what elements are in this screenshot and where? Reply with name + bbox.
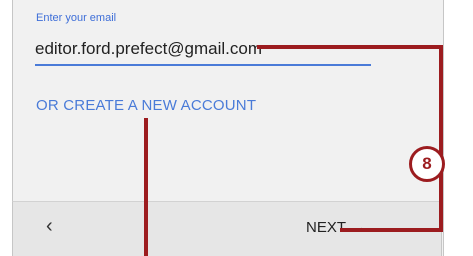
- chevron-left-icon: ‹: [46, 215, 53, 237]
- callout-line-create: [144, 118, 148, 256]
- email-label: Enter your email: [36, 12, 117, 24]
- callout-line-email: [257, 45, 443, 49]
- step-number-badge: 8: [409, 146, 445, 182]
- create-account-link[interactable]: OR CREATE A NEW ACCOUNT: [36, 97, 256, 114]
- back-button[interactable]: ‹: [46, 214, 53, 238]
- email-field[interactable]: [35, 34, 371, 66]
- callout-line-next: [340, 228, 443, 232]
- callout-line-vertical: [439, 45, 443, 232]
